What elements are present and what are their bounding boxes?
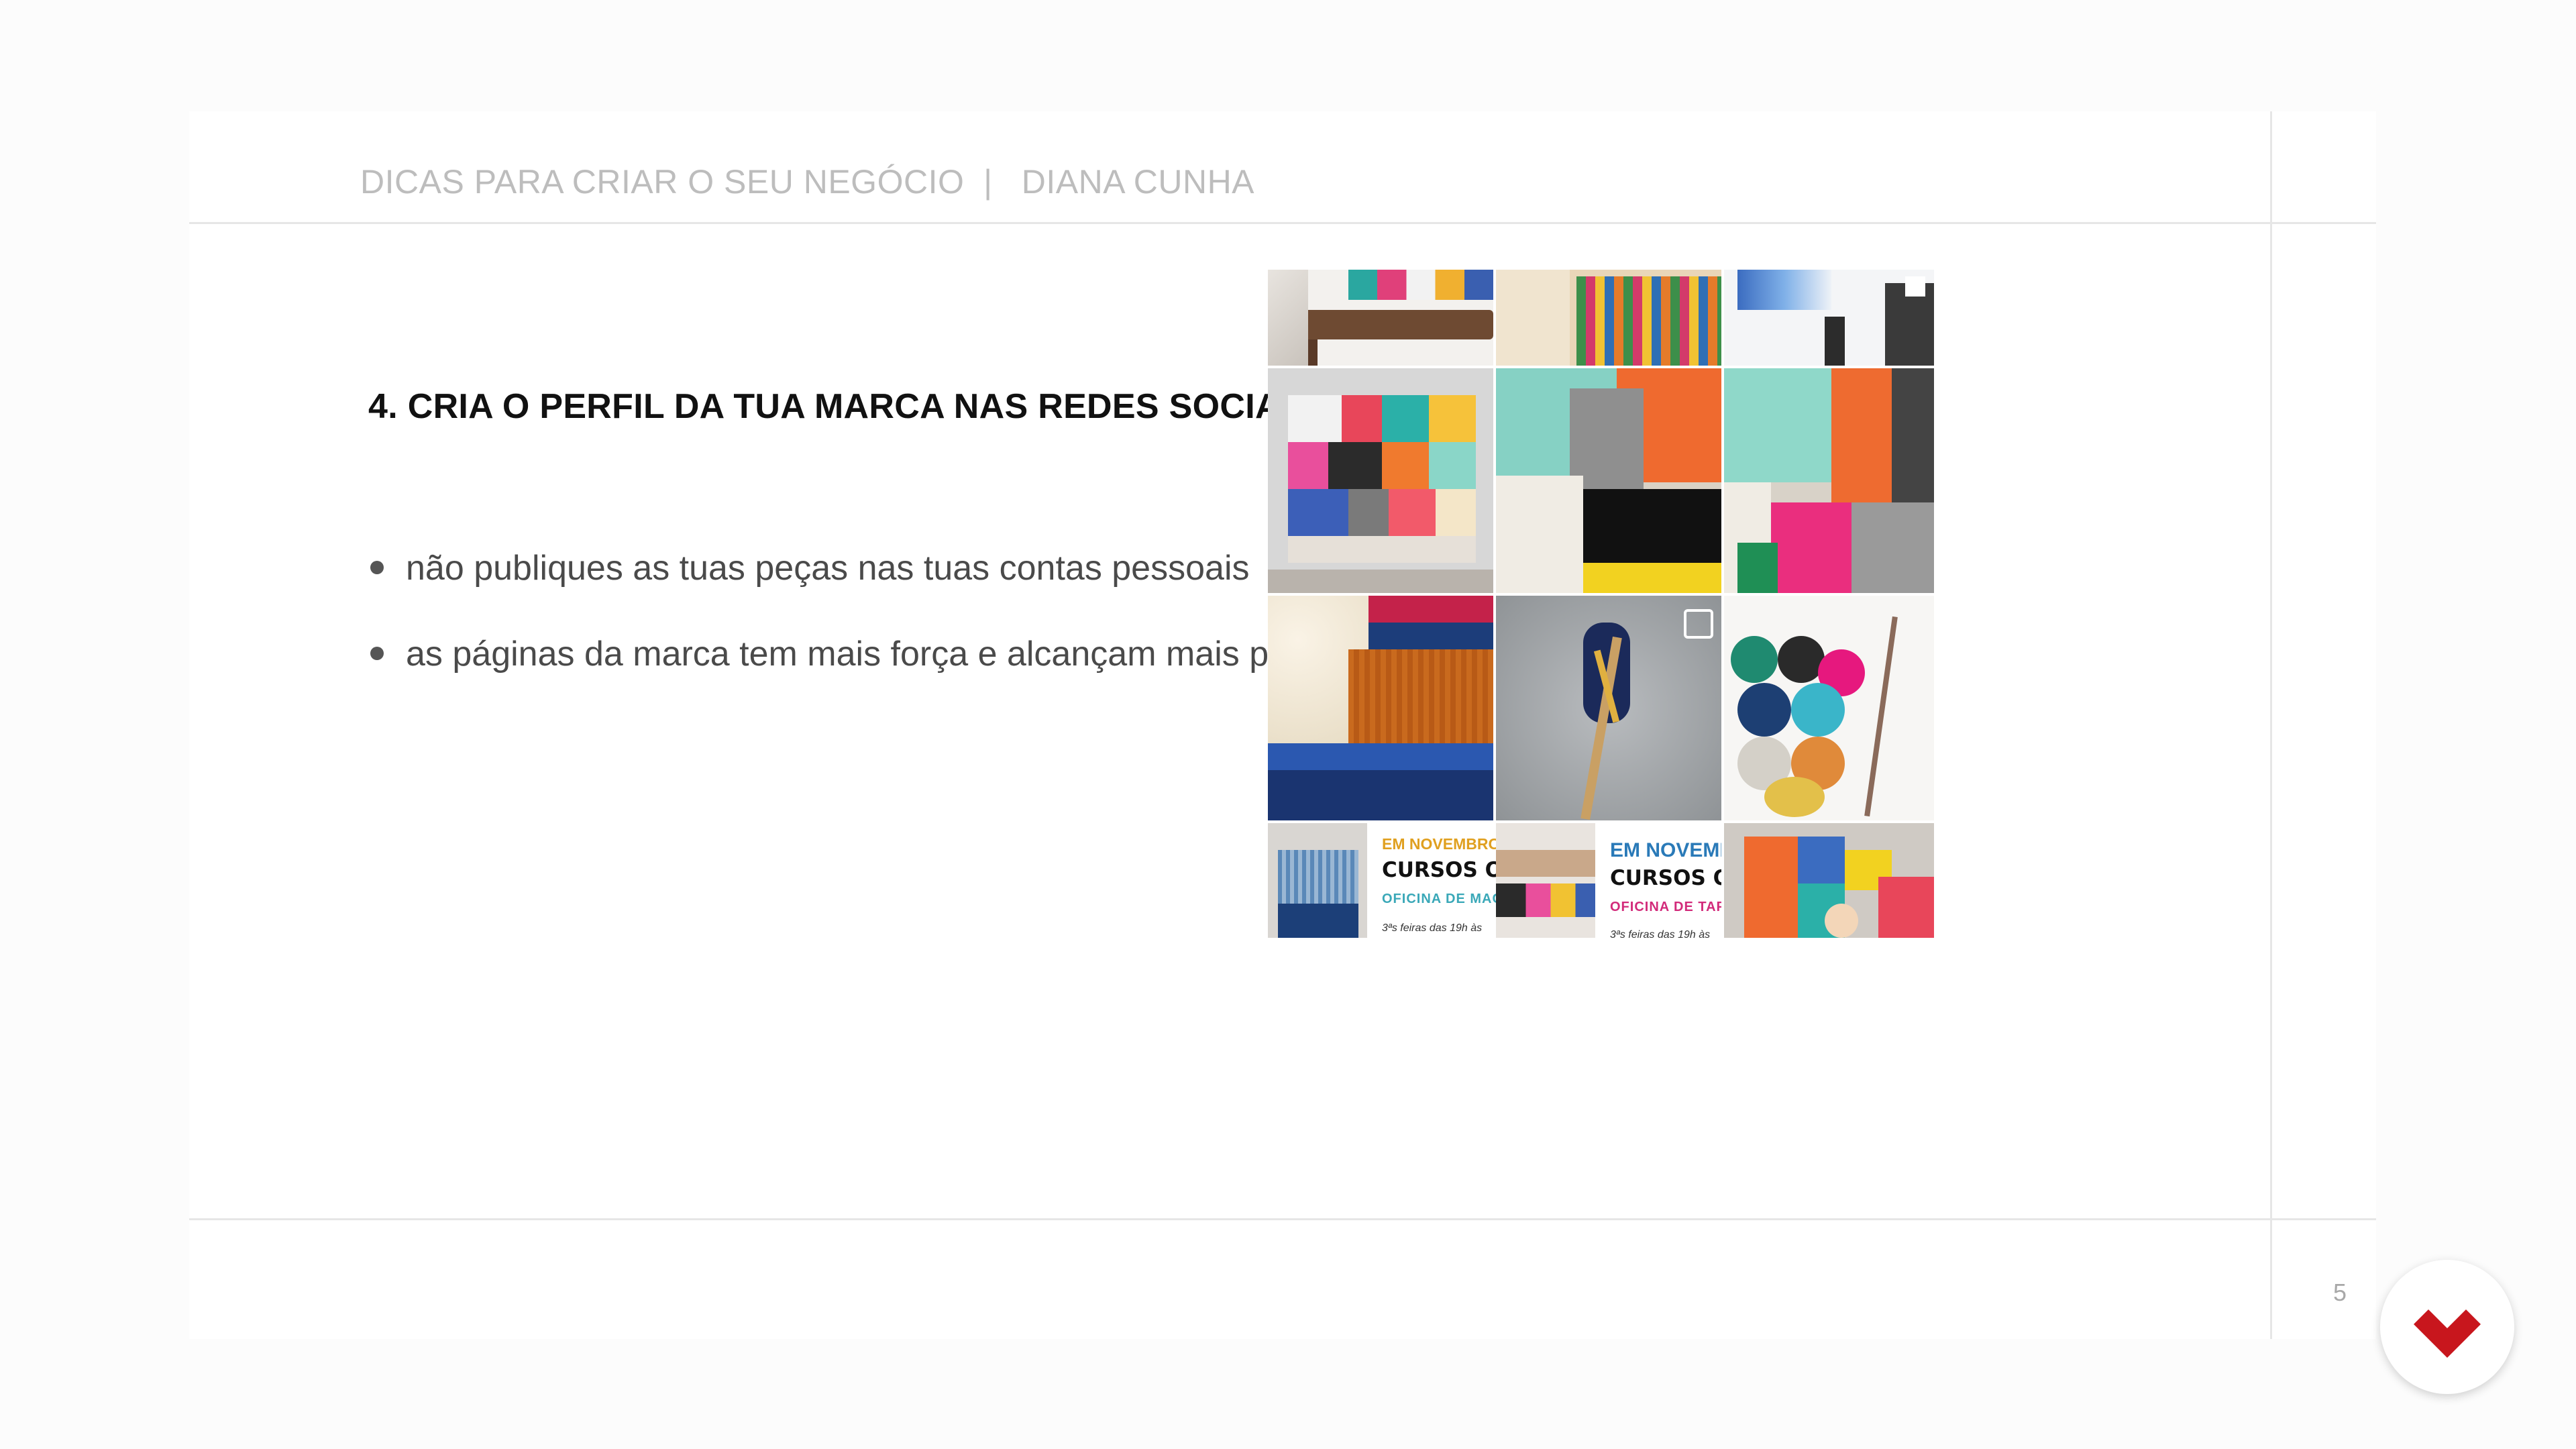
- collage-photo: [1268, 368, 1493, 593]
- collage-photo: [1496, 596, 1721, 820]
- course-announcement-image: EM NOVEMBRO CURSOS OFI OFICINA DE MAC 3ª…: [1367, 823, 1496, 938]
- right-margin-line: [2270, 111, 2272, 1339]
- announcement-line: CURSOS OFI: [1382, 858, 1496, 882]
- announcement-line: EM NOVEMBRO: [1382, 835, 1496, 853]
- bullet-dot-icon: [370, 647, 384, 661]
- brand-logo-button[interactable]: [2380, 1260, 2514, 1394]
- collage-photo: [1268, 823, 1367, 938]
- announcement-line: CURSOS OFI: [1610, 866, 1721, 890]
- bullet-item: não publiques as tuas peças nas tuas con…: [370, 547, 1360, 633]
- bullet-text: as páginas da marca tem mais força e alc…: [406, 635, 1360, 674]
- collage-photo: [1268, 270, 1493, 366]
- collage-photo: [1724, 596, 1934, 820]
- collage-photo: [1496, 270, 1721, 366]
- announcement-line: OFICINA DE MAC: [1382, 892, 1496, 906]
- announcement-line: EM NOVEMBR: [1610, 839, 1721, 861]
- collage-photo: [1724, 270, 1934, 366]
- collage-photo: [1268, 596, 1493, 820]
- announcement-line: OFICINA DE TAP: [1610, 900, 1721, 914]
- course-announcement-image: EM NOVEMBR CURSOS OFI OFICINA DE TAP 3ªs…: [1595, 823, 1721, 938]
- collage-photo: [1724, 823, 1934, 938]
- announcement-line: 3ªs feiras das 19h às: [1382, 922, 1483, 934]
- bullet-dot-icon: [370, 561, 384, 575]
- collage-photo: [1496, 368, 1721, 593]
- instagram-collage-image: EM NOVEMBRO CURSOS OFI OFICINA DE MAC 3ª…: [1268, 270, 1934, 938]
- announcement-line: 3ªs feiras das 19h às: [1610, 929, 1711, 938]
- bullet-text: não publiques as tuas peças nas tuas con…: [406, 549, 1250, 588]
- header-divider: [189, 222, 2376, 224]
- slide-title: 4. CRIA O PERFIL DA TUA MARCA NAS REDES …: [368, 387, 1314, 426]
- page-number: 5: [2333, 1279, 2347, 1306]
- collage-photo: [1496, 823, 1595, 938]
- bullet-list: não publiques as tuas peças nas tuas con…: [370, 547, 1360, 719]
- bullet-item: as páginas da marca tem mais força e alc…: [370, 633, 1360, 719]
- brand-logo-icon: [2414, 1309, 2481, 1358]
- slide-header: DICAS PARA CRIAR O SEU NEGÓCIO | DIANA C…: [360, 163, 1255, 201]
- footer-divider: [189, 1218, 2376, 1220]
- collage-photo: [1724, 368, 1934, 593]
